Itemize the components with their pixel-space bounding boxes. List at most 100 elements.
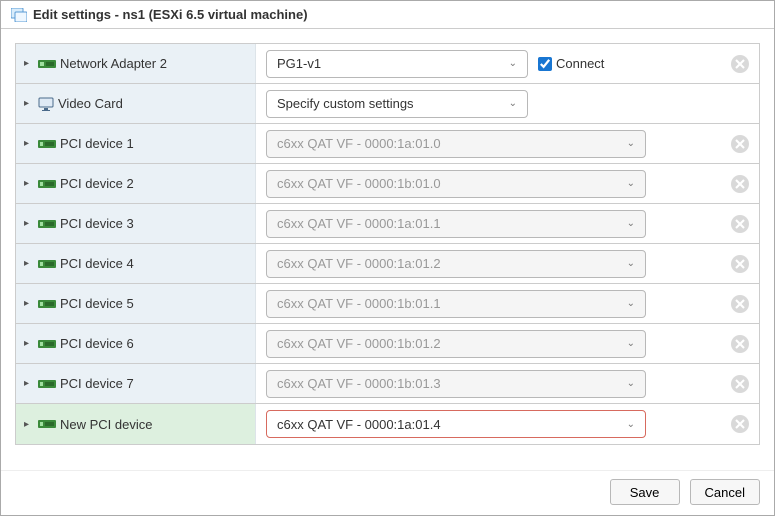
pci-device-label: PCI device 4 <box>60 256 247 271</box>
select-value: c6xx QAT VF - 0000:1a:01.1 <box>277 216 441 231</box>
remove-button[interactable] <box>731 55 749 73</box>
new-pci-device-select[interactable]: c6xx QAT VF - 0000:1a:01.4 ⌄ <box>266 410 646 438</box>
label-cell[interactable]: ▸ PCI device 3 <box>16 204 256 243</box>
value-cell: c6xx QAT VF - 0000:1a:01.4 ⌄ <box>256 404 759 444</box>
label-cell[interactable]: ▸ PCI device 5 <box>16 284 256 323</box>
chevron-down-icon: ⌄ <box>627 258 635 269</box>
video-card-label: Video Card <box>58 96 247 111</box>
value-cell: c6xx QAT VF - 0000:1b:01.3 ⌄ <box>256 364 759 403</box>
remove-button[interactable] <box>731 135 749 153</box>
chevron-down-icon: ⌄ <box>627 419 635 430</box>
pci-device-label: PCI device 2 <box>60 176 247 191</box>
save-button[interactable]: Save <box>610 479 680 505</box>
chevron-down-icon: ⌄ <box>627 218 635 229</box>
connect-checkbox[interactable] <box>538 57 552 71</box>
label-cell[interactable]: ▸ Video Card <box>16 84 256 123</box>
pci-device-label: PCI device 6 <box>60 336 247 351</box>
row-pci-device: ▸ PCI device 3 c6xx QAT VF - 0000:1a:01.1 ⌄ <box>16 204 759 244</box>
pci-device-label: PCI device 7 <box>60 376 247 391</box>
row-network-adapter: ▸ Network Adapter 2 PG1-v1 ⌄ Connect <box>16 44 759 84</box>
value-cell: c6xx QAT VF - 0000:1a:01.0 ⌄ <box>256 124 759 163</box>
pci-device-select[interactable]: c6xx QAT VF - 0000:1b:01.1 ⌄ <box>266 290 646 318</box>
label-cell[interactable]: ▸ PCI device 2 <box>16 164 256 203</box>
pci-card-icon <box>38 378 56 390</box>
pci-card-icon <box>38 178 56 190</box>
expand-caret-icon: ▸ <box>24 378 34 389</box>
remove-button[interactable] <box>731 215 749 233</box>
dialog-footer: Save Cancel <box>1 470 774 515</box>
row-pci-device: ▸ PCI device 7 c6xx QAT VF - 0000:1b:01.3 ⌄ <box>16 364 759 404</box>
chevron-down-icon: ⌄ <box>627 298 635 309</box>
chevron-down-icon: ⌄ <box>627 378 635 389</box>
label-cell[interactable]: ▸ Network Adapter 2 <box>16 44 256 83</box>
pci-card-icon <box>38 338 56 350</box>
remove-button[interactable] <box>731 175 749 193</box>
dialog-body: ▸ Network Adapter 2 PG1-v1 ⌄ Connect <box>1 29 774 470</box>
label-cell[interactable]: ▸ PCI device 7 <box>16 364 256 403</box>
new-pci-device-label: New PCI device <box>60 417 247 432</box>
row-pci-device: ▸ PCI device 5 c6xx QAT VF - 0000:1b:01.1 ⌄ <box>16 284 759 324</box>
value-cell: PG1-v1 ⌄ Connect <box>256 44 759 83</box>
select-value: c6xx QAT VF - 0000:1b:01.3 <box>277 376 441 391</box>
label-cell[interactable]: ▸ PCI device 6 <box>16 324 256 363</box>
expand-caret-icon: ▸ <box>24 218 34 229</box>
select-value: c6xx QAT VF - 0000:1a:01.2 <box>277 256 441 271</box>
settings-table: ▸ Network Adapter 2 PG1-v1 ⌄ Connect <box>15 43 760 445</box>
select-value: c6xx QAT VF - 0000:1b:01.2 <box>277 336 441 351</box>
value-cell: c6xx QAT VF - 0000:1a:01.2 ⌄ <box>256 244 759 283</box>
label-cell[interactable]: ▸ New PCI device <box>16 404 256 444</box>
value-cell: c6xx QAT VF - 0000:1b:01.1 ⌄ <box>256 284 759 323</box>
pci-device-select[interactable]: c6xx QAT VF - 0000:1a:01.1 ⌄ <box>266 210 646 238</box>
pci-device-select[interactable]: c6xx QAT VF - 0000:1b:01.0⌄ <box>266 170 646 198</box>
remove-button[interactable] <box>731 335 749 353</box>
label-cell[interactable]: ▸ PCI device 1 <box>16 124 256 163</box>
remove-button[interactable] <box>731 295 749 313</box>
expand-caret-icon: ▸ <box>24 178 34 189</box>
edit-settings-dialog: Edit settings - ns1 (ESXi 6.5 virtual ma… <box>0 0 775 516</box>
row-pci-device: ▸ PCI device 4 c6xx QAT VF - 0000:1a:01.2 ⌄ <box>16 244 759 284</box>
row-pci-device: ▸ PCI device 2 c6xx QAT VF - 0000:1b:01.0⌄ <box>16 164 759 204</box>
pci-device-select[interactable]: c6xx QAT VF - 0000:1b:01.3 ⌄ <box>266 370 646 398</box>
pci-card-icon <box>38 298 56 310</box>
pci-device-label: PCI device 3 <box>60 216 247 231</box>
value-cell: Specify custom settings ⌄ <box>256 84 759 123</box>
pci-card-icon <box>38 258 56 270</box>
network-adapter-select[interactable]: PG1-v1 ⌄ <box>266 50 528 78</box>
remove-button[interactable] <box>731 255 749 273</box>
video-card-select[interactable]: Specify custom settings ⌄ <box>266 90 528 118</box>
vm-icon <box>11 8 27 22</box>
row-pci-device: ▸ PCI device 6 c6xx QAT VF - 0000:1b:01.2 ⌄ <box>16 324 759 364</box>
network-adapter-icon <box>38 58 56 70</box>
select-value: Specify custom settings <box>277 96 414 111</box>
row-new-pci-device: ▸ New PCI device c6xx QAT VF - 0000:1a:0… <box>16 404 759 444</box>
expand-caret-icon: ▸ <box>24 298 34 309</box>
pci-device-select[interactable]: c6xx QAT VF - 0000:1b:01.2 ⌄ <box>266 330 646 358</box>
cancel-button[interactable]: Cancel <box>690 479 760 505</box>
pci-card-icon <box>38 218 56 230</box>
pci-card-icon <box>38 418 56 430</box>
label-cell[interactable]: ▸ PCI device 4 <box>16 244 256 283</box>
expand-caret-icon: ▸ <box>24 258 34 269</box>
pci-device-select[interactable]: c6xx QAT VF - 0000:1a:01.0 ⌄ <box>266 130 646 158</box>
row-video-card: ▸ Video Card Specify custom settings ⌄ <box>16 84 759 124</box>
connect-checkbox-wrap[interactable]: Connect <box>538 56 604 71</box>
chevron-down-icon: ⌄ <box>627 338 635 349</box>
monitor-icon <box>38 97 54 111</box>
expand-caret-icon: ▸ <box>24 98 34 109</box>
chevron-down-icon: ⌄ <box>627 138 635 149</box>
expand-caret-icon: ▸ <box>24 138 34 149</box>
remove-button[interactable] <box>731 375 749 393</box>
select-value: PG1-v1 <box>277 56 321 71</box>
pci-device-label: PCI device 1 <box>60 136 247 151</box>
expand-caret-icon: ▸ <box>24 419 34 430</box>
pci-device-label: PCI device 5 <box>60 296 247 311</box>
dialog-title-bar: Edit settings - ns1 (ESXi 6.5 virtual ma… <box>1 1 774 29</box>
pci-device-select[interactable]: c6xx QAT VF - 0000:1a:01.2 ⌄ <box>266 250 646 278</box>
dialog-title-text: Edit settings - ns1 (ESXi 6.5 virtual ma… <box>33 7 308 22</box>
expand-caret-icon: ▸ <box>24 338 34 349</box>
chevron-down-icon: ⌄ <box>509 98 517 109</box>
select-value: c6xx QAT VF - 0000:1b:01.1 <box>277 296 441 311</box>
remove-button[interactable] <box>731 415 749 433</box>
select-value: c6xx QAT VF - 0000:1a:01.0 <box>277 136 441 151</box>
select-value: c6xx QAT VF - 0000:1a:01.4 <box>277 417 441 432</box>
